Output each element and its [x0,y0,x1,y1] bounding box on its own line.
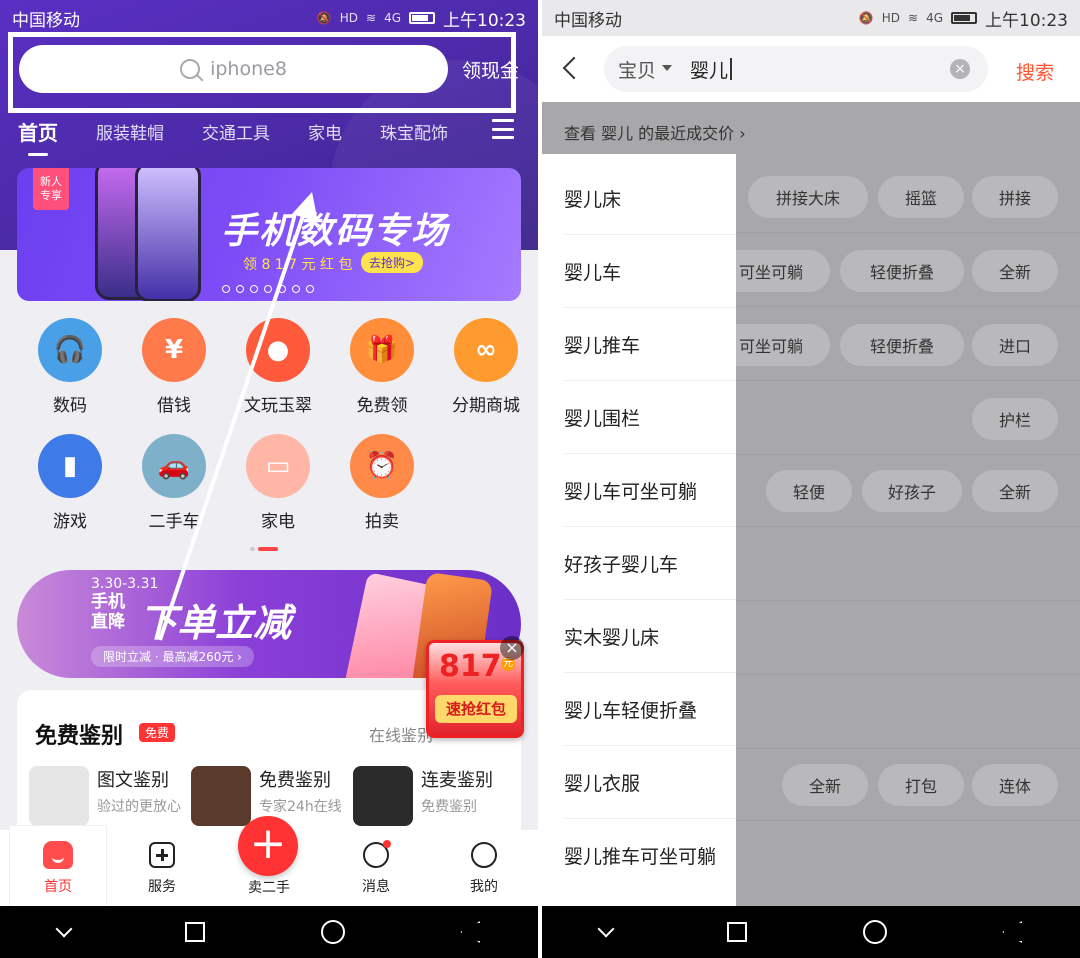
signal-icon: 4G [926,11,943,25]
suggestion-item[interactable]: 婴儿车可坐可躺 [564,454,736,527]
refine-chip[interactable]: 摇篮 [878,176,964,218]
status-icons: 🔕 HD ≋ 4G 上午10:23 [859,6,1068,31]
refine-chip[interactable]: 连体 [972,764,1058,806]
refine-chip[interactable]: 全新 [782,764,868,806]
suggestion-item[interactable]: 婴儿车轻便折叠 [564,673,736,746]
suggestion-item[interactable]: 好孩子婴儿车 [564,527,736,600]
system-nav-bar [0,906,538,958]
suggestion-list: 婴儿床 婴儿车 婴儿推车 婴儿围栏 婴儿车可坐可躺 好孩子婴儿车 实木婴儿床 婴… [542,154,736,906]
refine-chip[interactable]: 轻便折叠 [840,250,964,292]
screenshot-stage: 中国移动 🔕 HD ≋ 4G 上午10:23 iphone8 领现金 首页 服装… [0,0,1080,958]
refine-chip[interactable]: 好孩子 [862,470,962,512]
search-button[interactable]: 搜索 [1016,58,1054,85]
refine-chip[interactable]: 拼接大床 [748,176,868,218]
suggestion-item[interactable]: 婴儿车 [564,235,736,308]
text-cursor [730,58,733,80]
search-header: 宝贝 婴儿 × 搜索 [542,36,1080,102]
suggestion-item[interactable]: 实木婴儿床 [564,600,736,673]
recents-icon[interactable] [185,922,206,942]
suggestion-item[interactable]: 婴儿推车可坐可躺 [564,819,736,892]
refine-chip[interactable]: 轻便折叠 [840,324,964,366]
home-button-icon[interactable] [320,920,345,944]
wifi-icon: ≋ [908,11,919,25]
refine-chip[interactable]: 全新 [972,470,1058,512]
chevron-down-icon[interactable] [597,920,615,938]
suggestion-item[interactable]: 婴儿推车 [564,308,736,381]
search-query: 婴儿 [690,59,729,82]
chevron-down-icon[interactable] [55,920,73,938]
suggestion-item[interactable]: 婴儿围栏 [564,381,736,454]
home-screen: 中国移动 🔕 HD ≋ 4G 上午10:23 iphone8 领现金 首页 服装… [0,0,538,958]
refine-chip[interactable]: 护栏 [972,398,1058,440]
refine-chip[interactable]: 进口 [972,324,1058,366]
back-arrow-icon[interactable] [562,56,586,80]
back-icon[interactable] [460,921,481,943]
refine-chip[interactable]: 全新 [972,250,1058,292]
suggestion-item[interactable]: 婴儿床 [564,162,736,235]
clock-label: 上午10:23 [985,10,1068,31]
search-scope-dropdown[interactable]: 宝贝 [618,56,656,83]
suggestion-item[interactable]: 婴儿衣服 [564,746,736,819]
refine-chip[interactable]: 打包 [878,764,964,806]
system-nav-bar [542,906,1080,958]
clear-icon[interactable]: × [950,59,970,79]
status-bar: 中国移动 🔕 HD ≋ 4G 上午10:23 [542,0,1080,36]
recents-icon[interactable] [727,922,748,942]
battery-icon [951,12,977,24]
back-icon[interactable] [1002,921,1023,943]
carrier-label: 中国移动 [554,10,622,31]
refine-chip[interactable]: 轻便 [766,470,852,512]
recent-price-link[interactable]: 查看 婴儿 的最近成交价 › [564,120,746,144]
search-suggest-screen: 中国移动 🔕 HD ≋ 4G 上午10:23 宝贝 婴儿 × 搜索 查看 婴儿 … [542,0,1080,958]
search-input[interactable]: 宝贝 婴儿 × [604,46,988,92]
swipe-arrow-annotation [158,192,318,641]
home-button-icon[interactable] [862,920,887,944]
caret-down-icon [662,65,673,71]
mute-icon: 🔕 [858,11,874,25]
refine-chip[interactable]: 拼接 [972,176,1058,218]
hd-icon: HD [881,11,900,25]
